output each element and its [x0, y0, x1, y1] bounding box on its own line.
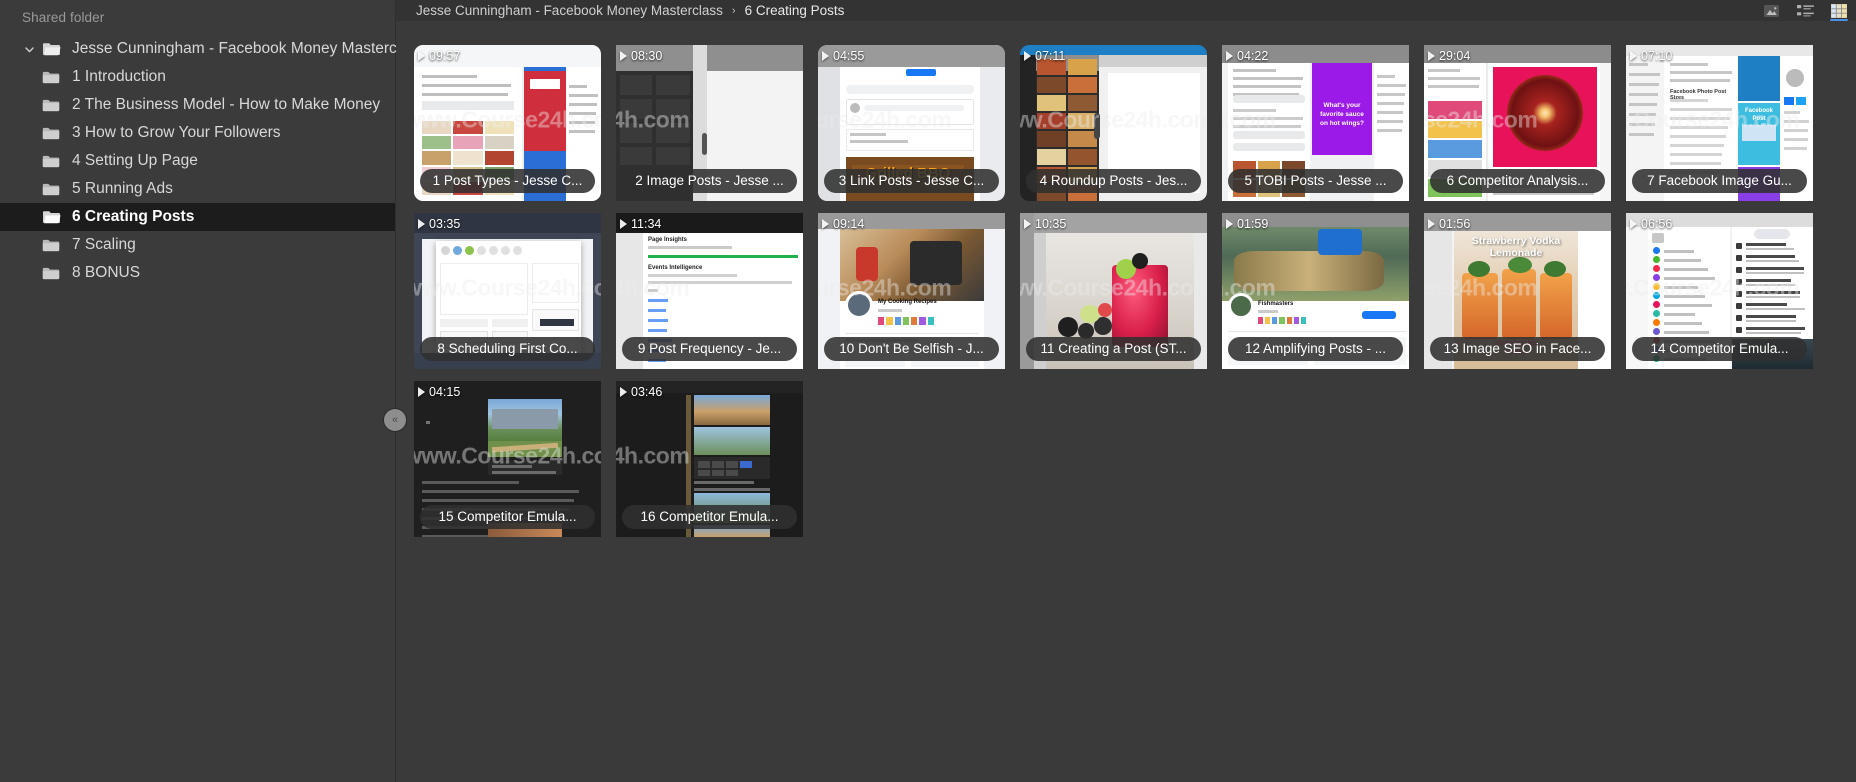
video-card[interactable]: Fishmasterswww.Course24h.com01:5912 Ampl…	[1222, 213, 1409, 369]
video-title: 9 Post Frequency - Je...	[622, 337, 797, 361]
video-title: 5 TOBI Posts - Jesse ...	[1228, 169, 1403, 193]
sidebar-item-4-setting-up-page[interactable]: 4 Setting Up Page	[0, 147, 395, 175]
video-card[interactable]: www.Course24h.com04:1515 Competitor Emul…	[414, 381, 601, 537]
chevron-down-icon[interactable]	[16, 44, 42, 55]
video-title: 15 Competitor Emula...	[420, 505, 595, 529]
sidebar: Shared folder Jesse Cunningham - Faceboo…	[0, 0, 424, 782]
video-card[interactable]: Facebook Photo Post SizesFacebook PostIm…	[1626, 45, 1813, 201]
shared-folder-header: Shared folder	[22, 10, 105, 25]
breadcrumb-item[interactable]: 6 Creating Posts	[745, 3, 845, 18]
sidebar-collapse-handle[interactable]: «	[384, 409, 406, 431]
video-card[interactable]: www.Course24h.com07:114 Roundup Posts - …	[1020, 45, 1207, 201]
video-title: 2 Image Posts - Jesse ...	[622, 169, 797, 193]
topbar: Jesse Cunningham - Facebook Money Master…	[396, 0, 1856, 21]
sidebar-item-label: 4 Setting Up Page	[72, 152, 198, 169]
folder-icon	[42, 124, 64, 142]
collapse-chevron-icon: «	[391, 414, 399, 426]
sidebar-item-label: 2 The Business Model - How to Make Money	[72, 96, 381, 113]
folder-icon	[42, 236, 64, 254]
video-card[interactable]: www.Course24h.com03:358 Scheduling First…	[414, 213, 601, 369]
video-title: 4 Roundup Posts - Jes...	[1026, 169, 1201, 193]
sidebar-item-label: 6 Creating Posts	[72, 208, 195, 225]
video-title: 14 Competitor Emula...	[1632, 337, 1807, 361]
tree-children: 1 Introduction 2 The Business Model - How…	[0, 63, 395, 287]
video-card[interactable]: What's your favorite sauceon hot wings?w…	[1222, 45, 1409, 201]
tree-item-root-label: Jesse Cunningham - Facebook Money Master…	[72, 40, 425, 57]
video-card[interactable]: www.Course24h.com10:3511 Creating a Post…	[1020, 213, 1207, 369]
sidebar-item-8-bonus[interactable]: 8 BONUS	[0, 259, 395, 287]
folder-icon	[42, 264, 64, 282]
video-card[interactable]: www.Course24h.com29:046 Competitor Analy…	[1424, 45, 1611, 201]
folder-icon	[42, 152, 64, 170]
breadcrumb-separator-icon: ›	[731, 4, 736, 17]
video-card[interactable]: My Cooking Recipeswww.Course24h.com09:14…	[818, 213, 1005, 369]
sidebar-item-7-scaling[interactable]: 7 Scaling	[0, 231, 395, 259]
breadcrumb-item[interactable]: Jesse Cunningham - Facebook Money Master…	[416, 3, 723, 18]
folder-icon	[42, 96, 64, 114]
sidebar-item-label: 7 Scaling	[72, 236, 136, 253]
sidebar-item-6-creating-posts[interactable]: 6 Creating Posts	[0, 203, 395, 231]
video-card[interactable]: Page InsightsEvents Intelligencewww.Cour…	[616, 213, 803, 369]
video-title: 10 Don't Be Selfish - J...	[824, 337, 999, 361]
video-title: 7 Facebook Image Gu...	[1632, 169, 1807, 193]
folder-icon	[42, 180, 64, 198]
sidebar-item-5-running-ads[interactable]: 5 Running Ads	[0, 175, 395, 203]
sidebar-item-label: 5 Running Ads	[72, 180, 173, 197]
sidebar-item-2-the-business-model-how-to-make-money[interactable]: 2 The Business Model - How to Make Money	[0, 91, 395, 119]
grid-view-icon[interactable]	[1830, 3, 1848, 21]
folder-icon	[42, 68, 64, 86]
video-card[interactable]: www.Course24h.com03:4616 Competitor Emul…	[616, 381, 803, 537]
folder-open-icon	[42, 40, 64, 58]
video-title: 13 Image SEO in Face...	[1430, 337, 1605, 361]
sidebar-item-label: 3 How to Grow Your Followers	[72, 124, 281, 141]
video-title: 6 Competitor Analysis...	[1430, 169, 1605, 193]
video-card[interactable]: www.Course24h.com06:5614 Competitor Emul…	[1626, 213, 1813, 369]
main-content: Jesse Cunningham - Facebook Money Master…	[396, 0, 1856, 782]
video-title: 16 Competitor Emula...	[622, 505, 797, 529]
video-title: 12 Amplifying Posts - ...	[1228, 337, 1403, 361]
video-card[interactable]: Strawberry VodkaLemonadeStrawberriesVodk…	[1424, 213, 1611, 369]
photo-view-icon[interactable]	[1762, 3, 1780, 18]
folder-tree: Jesse Cunningham - Facebook Money Master…	[0, 35, 424, 287]
video-card[interactable]: www.Course24h.com09:571 Post Types - Jes…	[414, 45, 601, 201]
list-view-icon[interactable]	[1796, 3, 1814, 18]
grid-scroll-area[interactable]: www.Course24h.com09:571 Post Types - Jes…	[396, 21, 1856, 782]
tree-item-root[interactable]: Jesse Cunningham - Facebook Money Master…	[0, 35, 424, 63]
sidebar-item-label: 8 BONUS	[72, 264, 141, 281]
sidebar-item-3-how-to-grow-your-followers[interactable]: 3 How to Grow Your Followers	[0, 119, 395, 147]
view-mode-switcher	[1762, 0, 1848, 21]
video-title: 8 Scheduling First Co...	[420, 337, 595, 361]
video-title: 1 Post Types - Jesse C...	[420, 169, 595, 193]
video-title: 3 Link Posts - Jesse C...	[824, 169, 999, 193]
breadcrumb: Jesse Cunningham - Facebook Money Master…	[416, 3, 844, 18]
sidebar-item-label: 1 Introduction	[72, 68, 166, 85]
video-grid: www.Course24h.com09:571 Post Types - Jes…	[414, 45, 1844, 537]
folder-open-icon	[42, 208, 64, 226]
video-title: 11 Creating a Post (ST...	[1026, 337, 1201, 361]
sidebar-item-1-introduction[interactable]: 1 Introduction	[0, 63, 395, 91]
video-card[interactable]: Grilled BBQwww.Course24h.com04:553 Link …	[818, 45, 1005, 201]
video-card[interactable]: www.Course24h.com08:302 Image Posts - Je…	[616, 45, 803, 201]
